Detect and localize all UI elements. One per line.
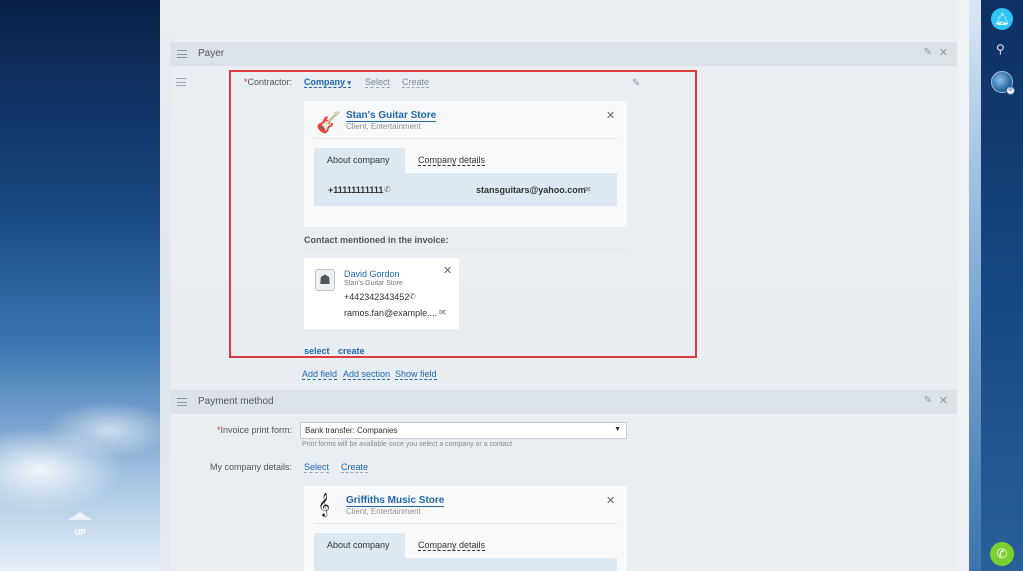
left-background — [0, 0, 160, 571]
my-company-create-link[interactable]: Create — [341, 462, 369, 473]
scrollbar-track[interactable] — [957, 0, 969, 571]
tab-about-company[interactable]: About company — [314, 533, 405, 559]
payment-section-header: Payment method ✎ ✕ — [170, 390, 960, 414]
close-icon[interactable]: ✕ — [939, 46, 948, 59]
treble-clef-icon: 𝄞 — [318, 494, 330, 516]
payer-section-header: Payer ✎ ✕ — [170, 42, 960, 66]
print-form-hint: Print forms will be available once you s… — [302, 441, 513, 448]
drag-handle-icon[interactable] — [177, 398, 187, 406]
dropdown-arrow-icon: ▼ — [614, 426, 621, 433]
drag-handle-icon[interactable] — [177, 50, 187, 58]
my-company-subtitle: Client, Entertainment — [346, 507, 421, 516]
pencil-icon[interactable]: ✎ — [924, 47, 932, 58]
company-info-strip — [314, 558, 617, 571]
field-drag-handle-icon[interactable] — [176, 78, 186, 86]
tab-label: About company — [327, 540, 390, 550]
show-field-link[interactable]: Show field — [395, 369, 437, 380]
payer-section-title: Payer — [198, 48, 225, 59]
close-icon[interactable]: ✕ — [606, 494, 615, 507]
close-icon[interactable]: ✕ — [939, 394, 948, 407]
payment-section-title: Payment method — [198, 396, 274, 407]
divider — [314, 523, 617, 524]
pencil-icon[interactable]: ✎ — [924, 395, 932, 406]
bell-icon[interactable]: 🔔︎ — [991, 8, 1013, 30]
settings-icon[interactable]: ⚙ — [1006, 86, 1015, 95]
add-section-link[interactable]: Add section — [343, 369, 391, 380]
up-label: UP — [74, 528, 86, 537]
tab-company-details[interactable]: Company details — [418, 540, 486, 551]
up-arrow-icon — [68, 512, 92, 520]
search-icon[interactable]: ⚲ — [996, 42, 1005, 56]
highlight-box — [229, 70, 697, 358]
my-company-label: My company details: — [209, 462, 292, 472]
my-company-name-link[interactable]: Griffiths Music Store — [346, 495, 445, 507]
print-form-select[interactable]: Bank transfer: Companies ▼ — [300, 422, 627, 439]
print-form-value: Bank transfer: Companies — [305, 426, 398, 435]
phone-icon[interactable]: ✆ — [990, 542, 1014, 566]
add-field-link[interactable]: Add field — [302, 369, 338, 380]
scroll-up-button[interactable]: UP — [60, 512, 100, 542]
print-form-label: *Invoice print form: — [216, 425, 292, 435]
right-background-strip — [969, 0, 981, 571]
my-company-select-link[interactable]: Select — [304, 462, 330, 473]
